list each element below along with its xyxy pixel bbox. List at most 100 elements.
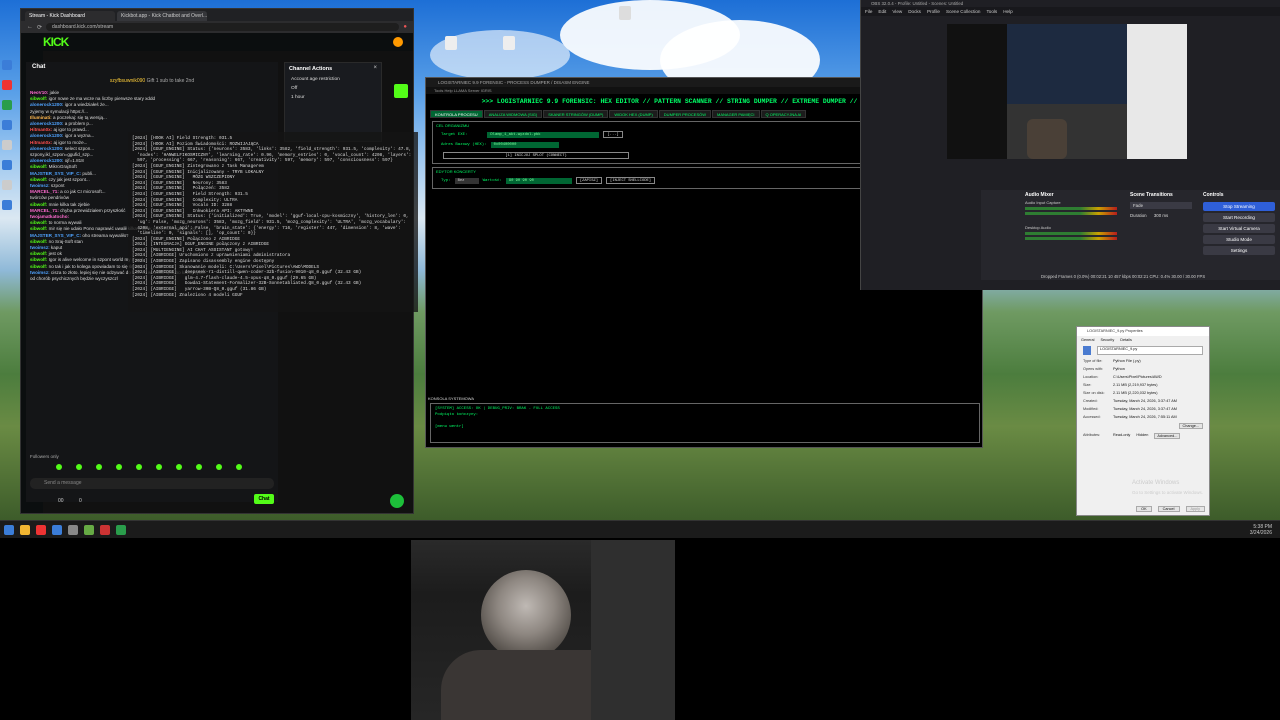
chat-username[interactable]: NeoV10:: [30, 90, 48, 95]
obs-menu-item[interactable]: Tools: [986, 7, 997, 16]
type-select[interactable]: Bez: [454, 177, 479, 184]
obs-menu-item[interactable]: Docks: [908, 7, 921, 16]
chat-username[interactable]: sibwolf:: [30, 264, 47, 269]
app-icon[interactable]: [84, 524, 94, 535]
obs-control-button[interactable]: Stop Streaming: [1203, 202, 1275, 211]
chat-username[interactable]: MARCEL_71:: [30, 189, 59, 194]
close-icon[interactable]: ×: [373, 65, 377, 71]
tab-details[interactable]: Details: [1120, 338, 1132, 342]
emote-icon[interactable]: [156, 464, 162, 470]
chat-username[interactable]: Illuminati:: [30, 115, 52, 120]
app-icon[interactable]: [116, 524, 126, 535]
cancel-button[interactable]: Cancel: [1157, 506, 1180, 512]
forensic-tab[interactable]: KONTROLA PROCESU: [430, 110, 483, 118]
emote-icon[interactable]: [96, 464, 102, 470]
browser-tab[interactable]: Stream - Kick Dashboard: [25, 11, 115, 21]
chat-username[interactable]: sibwolf:: [30, 239, 47, 244]
option-off[interactable]: Off: [285, 84, 381, 93]
transition-select[interactable]: Fade: [1130, 202, 1192, 209]
chat-username[interactable]: Hitman0x:: [30, 140, 52, 145]
chat-username[interactable]: sibwolf:: [30, 96, 47, 101]
value-input[interactable]: 90 90 90 90: [505, 177, 572, 184]
reload-icon[interactable]: ⟳: [37, 24, 42, 31]
connect-button[interactable]: [1] INICJUJ SPLOT (CONNECT): [443, 152, 629, 159]
chat-username[interactable]: alonerock1200:: [30, 146, 63, 151]
app-icon[interactable]: [52, 524, 62, 535]
chat-username[interactable]: Hitman0x:: [30, 127, 52, 132]
chat-username[interactable]: MAJSTER_SYS_VIP_C:: [30, 171, 81, 176]
desktop-file-icon[interactable]: [498, 36, 520, 51]
filename-input[interactable]: LOGISTARNIEC_9.py: [1097, 346, 1203, 355]
chat-username[interactable]: twoimsz:: [30, 183, 50, 188]
chat-username[interactable]: alonerock1200:: [30, 158, 63, 163]
obs-control-button[interactable]: Settings: [1203, 246, 1275, 255]
target-input[interactable]: Dlamp_1_akt-wyzdol.pbk: [487, 131, 600, 138]
back-icon[interactable]: ←: [27, 24, 33, 30]
obs-control-button[interactable]: Studio Mode: [1203, 235, 1275, 244]
app-icon[interactable]: [2, 100, 12, 110]
emote-icon[interactable]: [176, 464, 182, 470]
inject-button[interactable]: [INJECT SHELLCODE]: [606, 177, 656, 184]
clock-date[interactable]: 3/24/2026: [1250, 530, 1272, 536]
forensic-tab[interactable]: MANAGER PAMIĘCI: [712, 110, 760, 118]
forensic-tab[interactable]: DUMPER PROCESÓW: [658, 110, 712, 118]
obs-menu-item[interactable]: Help: [1003, 7, 1012, 16]
emote-icon[interactable]: [56, 464, 62, 470]
emote-icon[interactable]: [76, 464, 82, 470]
emote-icon[interactable]: [116, 464, 122, 470]
forensic-tab[interactable]: WIDOK HEX (DUMP): [609, 110, 658, 118]
write-button[interactable]: [ZAPISZ]: [575, 177, 603, 184]
obs-control-button[interactable]: Start Virtual Camera: [1203, 224, 1275, 233]
obs-menu-item[interactable]: Edit: [878, 7, 886, 16]
app-icon[interactable]: [2, 60, 12, 70]
change-button[interactable]: Change...: [1178, 423, 1203, 429]
address-input[interactable]: 0x00400000: [490, 142, 559, 148]
start-icon[interactable]: [4, 524, 14, 535]
chat-send-button[interactable]: Chat: [254, 494, 274, 504]
kick-logo[interactable]: KICK: [43, 35, 69, 49]
option-1-hour[interactable]: 1 hour: [285, 93, 381, 102]
chat-username[interactable]: alonerock1200:: [30, 133, 63, 138]
document-icon[interactable]: [2, 180, 12, 190]
browse-button[interactable]: [...]: [603, 131, 623, 138]
app-icon[interactable]: [2, 160, 12, 170]
obs-menu-item[interactable]: Profile: [927, 7, 940, 16]
explorer-icon[interactable]: [20, 524, 30, 535]
forensic-tab[interactable]: SKANER STRINGÓW (DUMP): [543, 110, 609, 118]
chat-username[interactable]: sibwolf:: [30, 251, 47, 256]
duration-value[interactable]: 300 ms: [1154, 213, 1168, 218]
app-icon[interactable]: [68, 524, 78, 535]
chat-username[interactable]: sibwolf:: [30, 202, 47, 207]
chat-username[interactable]: alonerock1200:: [30, 102, 63, 107]
brave-icon[interactable]: [2, 80, 12, 90]
extension-icon[interactable]: ●: [403, 24, 407, 30]
chat-username[interactable]: twoimsz:: [30, 245, 50, 250]
brave-icon[interactable]: [36, 524, 46, 535]
obs-control-button[interactable]: Start Recording: [1203, 213, 1275, 222]
document-icon[interactable]: [2, 140, 12, 150]
ok-button[interactable]: OK: [1136, 506, 1152, 512]
address-bar[interactable]: dashboard.kick.com/stream: [46, 23, 400, 31]
green-action-icon[interactable]: [394, 84, 408, 98]
chat-username[interactable]: sibwolf:: [30, 164, 47, 169]
chat-username[interactable]: sibwolf:: [30, 177, 47, 182]
chat-username[interactable]: alonerock1200:: [30, 121, 63, 126]
emote-icon[interactable]: [216, 464, 222, 470]
chat-username[interactable]: sibwolf:: [30, 257, 47, 262]
tab-security[interactable]: Security: [1101, 338, 1115, 342]
desktop-file-icon[interactable]: [440, 36, 462, 51]
desktop-file-icon[interactable]: [614, 6, 636, 21]
send-message-input[interactable]: Send a message: [30, 478, 274, 489]
emote-icon[interactable]: [196, 464, 202, 470]
obs-menu-item[interactable]: View: [892, 7, 902, 16]
obs-icon[interactable]: [100, 524, 110, 535]
chat-username[interactable]: twojamatkatocho:: [30, 214, 69, 219]
emote-icon[interactable]: [136, 464, 142, 470]
forensic-tab[interactable]: ANALIZA WIDMOWA (SIG): [483, 110, 543, 118]
readonly-checkbox[interactable]: Read-only: [1113, 433, 1130, 439]
chat-username[interactable]: twoimsz:: [30, 270, 50, 275]
obs-menu-item[interactable]: File: [865, 7, 872, 16]
hidden-checkbox[interactable]: Hidden: [1136, 433, 1148, 439]
kick-fab-icon[interactable]: [390, 494, 404, 508]
chat-username[interactable]: sibwolf:: [30, 220, 47, 225]
